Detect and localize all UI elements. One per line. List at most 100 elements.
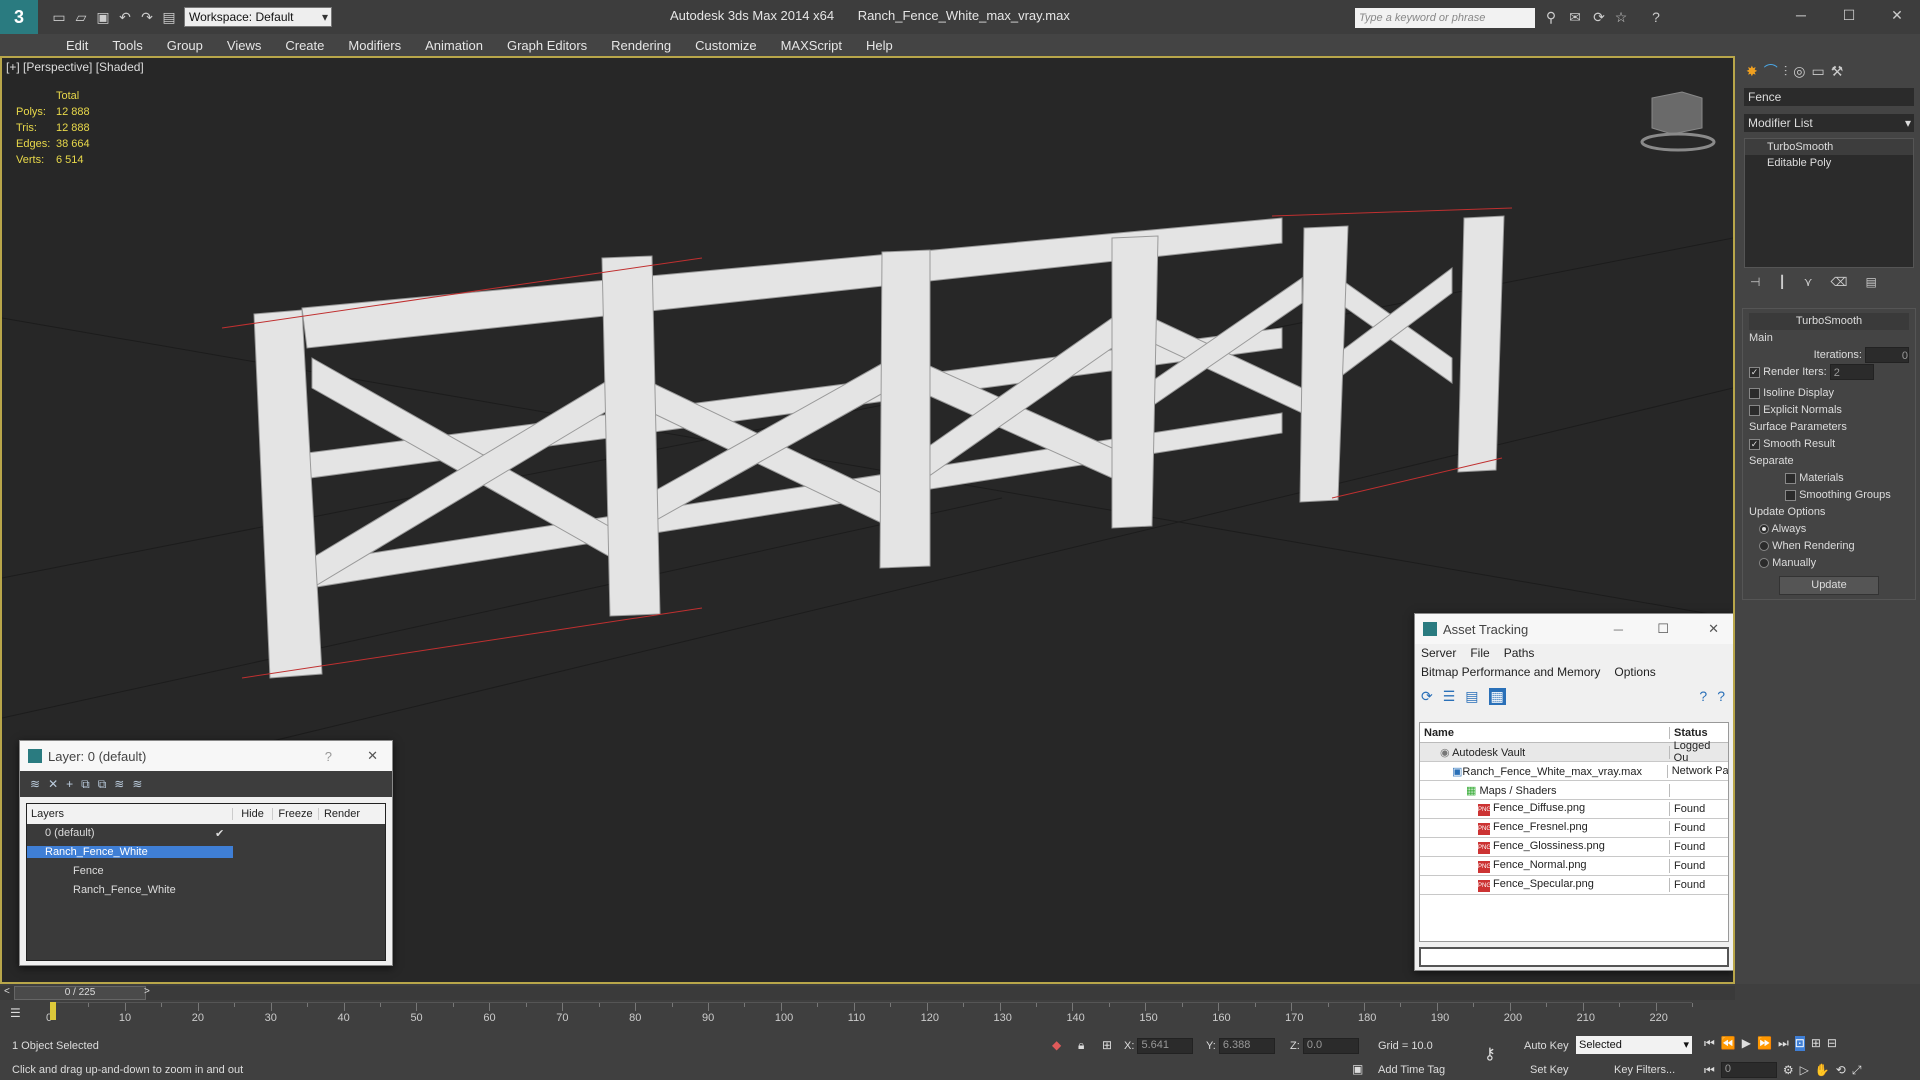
stack-item-turbosmooth[interactable]: TurboSmooth (1745, 139, 1913, 155)
pin-stack-icon[interactable]: ⊣ (1750, 275, 1760, 289)
new-file-icon[interactable]: ▭ (48, 6, 70, 28)
asset-row[interactable]: PNG Fence_Fresnel.png Found (1420, 819, 1728, 838)
auto-key-button[interactable]: Auto Key (1524, 1040, 1569, 1052)
minimize-icon[interactable]: ─ (1790, 4, 1812, 26)
menu-customize[interactable]: Customize (683, 38, 768, 53)
menu-bitmap-performance[interactable]: Bitmap Performance and Memory (1421, 665, 1600, 679)
manually-radio[interactable] (1759, 558, 1769, 569)
hierarchy-tab-icon[interactable]: ⫶ (1784, 63, 1788, 80)
menu-rendering[interactable]: Rendering (599, 38, 683, 53)
display-tab-icon[interactable]: ▭ (1811, 63, 1824, 80)
time-slider[interactable]: < 0 / 225 > (0, 986, 1735, 1000)
key-mode-dropdown[interactable]: Selected ▾ (1576, 1036, 1692, 1054)
menu-animation[interactable]: Animation (413, 38, 495, 53)
help-icon[interactable]: ? (1699, 688, 1707, 704)
orbit-icon[interactable]: ⟲ (1836, 1063, 1846, 1077)
save-icon[interactable]: ▣ (92, 6, 114, 28)
field-of-view-icon[interactable]: ▷ (1800, 1063, 1809, 1077)
set-key-button[interactable]: Set Key (1530, 1064, 1569, 1076)
highlight-layer-icon[interactable]: ⧉ (98, 777, 107, 792)
layer-row[interactable]: Ranch_Fence_White (27, 881, 385, 900)
delete-layer-icon[interactable]: ✕ (48, 777, 58, 791)
project-folder-icon[interactable]: ▤ (158, 6, 180, 28)
refresh-icon[interactable]: ⟳ (1421, 688, 1433, 705)
freeze-all-layers-icon[interactable]: ≋ (132, 777, 142, 791)
favorites-icon[interactable]: ☆ (1610, 6, 1632, 28)
iterations-spinner[interactable]: 0 (1865, 347, 1909, 364)
render-iters-checkbox[interactable]: ✓ (1749, 366, 1760, 378)
status-column-header[interactable]: Status (1670, 727, 1708, 739)
name-column-header[interactable]: Name (1420, 726, 1670, 739)
communication-icon[interactable]: ✉ (1564, 6, 1586, 28)
smoothing-groups-checkbox[interactable] (1785, 489, 1796, 501)
modifier-list-dropdown[interactable]: Modifier List ▾ (1744, 114, 1914, 132)
menu-edit[interactable]: Edit (54, 38, 100, 53)
stack-item-editable-poly[interactable]: Editable Poly (1745, 155, 1913, 171)
render-column-header[interactable]: Render (319, 808, 365, 820)
key-filters-button[interactable]: Key Filters... (1614, 1064, 1675, 1076)
menu-group[interactable]: Group (155, 38, 215, 53)
make-unique-icon[interactable]: ⋎ (1804, 275, 1813, 289)
remove-modifier-icon[interactable]: ⌫ (1830, 275, 1847, 289)
time-tag-icon[interactable]: ▣ (1352, 1062, 1363, 1076)
active-check-icon[interactable]: ✔ (215, 827, 224, 840)
menu-views[interactable]: Views (215, 38, 273, 53)
menu-options[interactable]: Options (1614, 665, 1655, 679)
slider-left-arrow-icon[interactable]: < (4, 986, 10, 997)
time-config-icon[interactable]: ⚙ (1783, 1063, 1794, 1077)
asset-row[interactable]: ▦ Maps / Shaders (1420, 781, 1728, 800)
pan-icon[interactable]: ✋ (1815, 1063, 1830, 1077)
current-frame-marker[interactable] (50, 1002, 56, 1020)
help-tips-icon[interactable]: ? (1717, 688, 1725, 704)
utilities-tab-icon[interactable]: ⚒ (1831, 63, 1844, 80)
maximize-icon[interactable]: ☐ (1838, 4, 1860, 26)
show-end-result-icon[interactable]: ┃ (1778, 275, 1785, 289)
close-icon[interactable]: ✕ (1886, 4, 1908, 26)
hide-all-layers-icon[interactable]: ≋ (114, 777, 124, 791)
go-to-start-icon[interactable]: ⏮ (1704, 1036, 1715, 1051)
layers-column-header[interactable]: Layers (27, 808, 233, 820)
asset-row[interactable]: ◉ Autodesk Vault Logged Ou (1420, 740, 1728, 764)
update-button[interactable]: Update (1779, 576, 1879, 595)
layer-manager-dialog[interactable]: Layer: 0 (default) ? ✕ ≋ ✕ + ⧉ ⧉ ≋ ≋ Lay… (19, 740, 393, 966)
layer-row[interactable]: Ranch_Fence_White (27, 843, 385, 862)
time-slider-thumb[interactable]: 0 / 225 (14, 986, 146, 1000)
x-coordinate-field[interactable]: 5.641 (1137, 1038, 1194, 1054)
search-field[interactable]: Type a keyword or phrase (1355, 8, 1535, 28)
modify-tab-icon[interactable]: ⌒ (1764, 61, 1778, 81)
z-coordinate-field[interactable]: 0.0 (1302, 1038, 1359, 1054)
smooth-result-checkbox[interactable]: ✓ (1749, 438, 1760, 450)
asset-row[interactable]: PNG Fence_Normal.png Found (1420, 857, 1728, 876)
new-layer-icon[interactable]: ≋ (30, 777, 40, 791)
timeline-mini-icon[interactable]: ☰ (10, 1006, 21, 1020)
render-iters-spinner[interactable]: 2 (1829, 364, 1874, 381)
previous-frame-icon[interactable]: ⏪ (1721, 1036, 1736, 1051)
select-in-layer-icon[interactable]: ⧉ (81, 777, 90, 792)
next-frame-icon[interactable]: ⏩ (1757, 1036, 1772, 1051)
key-mode-toggle-icon[interactable]: ⏮ (1704, 1063, 1715, 1078)
binoculars-icon[interactable]: ⚲ (1540, 6, 1562, 28)
isoline-checkbox[interactable] (1749, 387, 1760, 399)
perspective-viewport[interactable]: [+] [Perspective] [Shaded] Total Polys: 1… (0, 56, 1735, 984)
redo-icon[interactable]: ↷ (136, 6, 158, 28)
slider-right-arrow-icon[interactable]: > (144, 986, 150, 997)
hide-column-header[interactable]: Hide (233, 808, 273, 820)
asset-row[interactable]: PNG Fence_Glossiness.png Found (1420, 838, 1728, 857)
isolate-icon[interactable]: ◆ (1052, 1038, 1061, 1052)
rollout-title[interactable]: TurboSmooth (1749, 313, 1909, 330)
explicit-normals-checkbox[interactable] (1749, 404, 1760, 416)
configure-sets-icon[interactable]: ▤ (1865, 275, 1876, 289)
zoom-extents-icon[interactable]: ⊡ (1794, 1036, 1805, 1051)
undo-icon[interactable]: ↶ (114, 6, 136, 28)
zoom-region-icon[interactable]: ⊟ (1827, 1036, 1837, 1051)
menu-help[interactable]: Help (854, 38, 905, 53)
freeze-column-header[interactable]: Freeze (273, 808, 319, 820)
absolute-mode-icon[interactable]: ⊞ (1102, 1038, 1112, 1052)
current-frame-field[interactable]: 0 (1720, 1062, 1777, 1078)
go-to-end-icon[interactable]: ⏭ (1778, 1036, 1789, 1051)
y-coordinate-field[interactable]: 6.388 (1218, 1038, 1275, 1054)
close-icon[interactable]: ✕ (367, 748, 378, 764)
list-view-icon[interactable]: ☰ (1443, 688, 1456, 705)
menu-file[interactable]: File (1470, 646, 1489, 660)
add-time-tag[interactable]: Add Time Tag (1378, 1064, 1445, 1076)
